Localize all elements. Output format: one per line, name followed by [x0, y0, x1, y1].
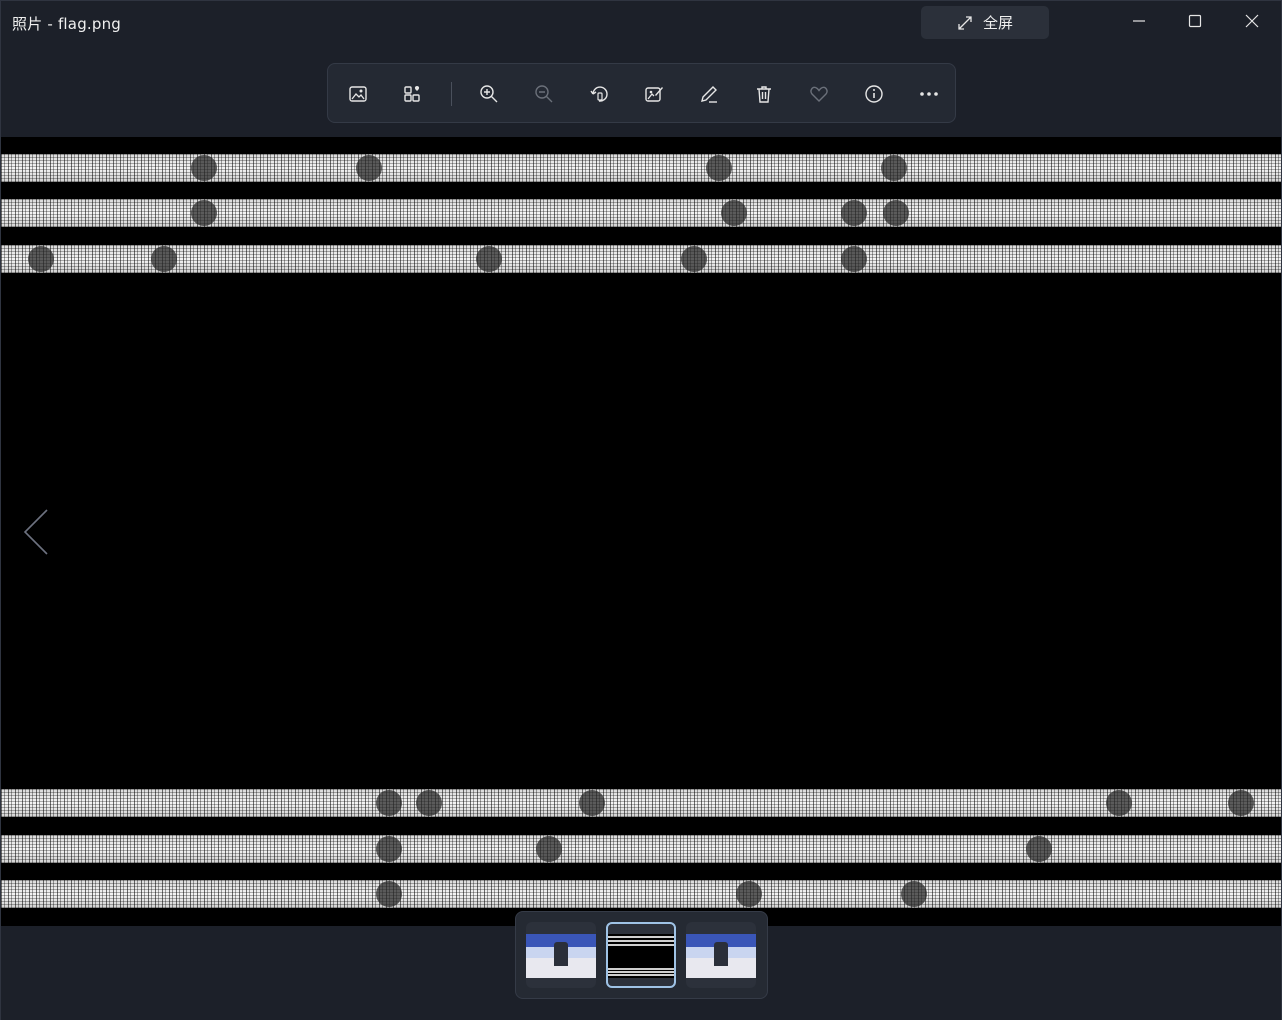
maximize-icon: [1188, 14, 1202, 28]
toolbar-separator: [451, 82, 452, 106]
thumbnail-image: [608, 934, 674, 978]
noise-stripe: [1, 154, 1281, 182]
fullscreen-label: 全屏: [982, 14, 1013, 32]
zoom-in-button[interactable]: [473, 78, 505, 110]
chevron-left-icon[interactable]: [21, 506, 51, 558]
delete-icon: [757, 86, 771, 103]
zoom-in-icon: [480, 85, 498, 103]
image-canvas[interactable]: [1, 137, 1281, 926]
thumbnail-image: [686, 934, 756, 978]
info-icon: [865, 85, 883, 103]
image-toolbar: [327, 63, 956, 123]
flag-thumbnail-graphic: [608, 936, 674, 976]
noise-stripe: [1, 835, 1281, 863]
zoom-out-icon: [535, 85, 553, 103]
rotate-icon: [590, 86, 608, 102]
add-to-album-button[interactable]: [397, 78, 429, 110]
noise-stripe: [1, 199, 1281, 227]
thumbnail[interactable]: [526, 922, 596, 988]
edit-image-icon: [645, 87, 663, 102]
view-image-icon: [349, 86, 367, 102]
minimize-button[interactable]: [1111, 1, 1167, 41]
favorite-button[interactable]: [803, 78, 835, 110]
noise-stripe: [1, 789, 1281, 817]
more-button[interactable]: [913, 78, 945, 110]
draw-button[interactable]: [693, 78, 725, 110]
add-to-album-icon: [404, 86, 420, 102]
title-bar: 照片 - flag.png 全屏: [1, 1, 1281, 43]
fullscreen-button[interactable]: 全屏: [921, 6, 1049, 39]
close-icon: [1245, 14, 1259, 28]
info-button[interactable]: [858, 78, 890, 110]
close-button[interactable]: [1224, 1, 1280, 41]
rotate-button[interactable]: [583, 78, 615, 110]
expand-icon: [958, 15, 972, 30]
thumbnail-selected[interactable]: [606, 922, 676, 988]
edit-image-button[interactable]: [638, 78, 670, 110]
zoom-out-button[interactable]: [528, 78, 560, 110]
minimize-icon: [1133, 20, 1145, 22]
maximize-button[interactable]: [1167, 1, 1223, 41]
view-image-button[interactable]: [342, 78, 374, 110]
more-icon: [920, 92, 938, 96]
noise-stripe: [1, 880, 1281, 908]
window-title: 照片 - flag.png: [12, 15, 122, 33]
noise-stripe: [1, 245, 1281, 273]
draw-icon: [701, 86, 717, 103]
thumbnail[interactable]: [686, 922, 756, 988]
thumbnail-image: [526, 934, 596, 978]
favorite-icon: [810, 86, 828, 102]
photos-window: 照片 - flag.png 全屏: [0, 0, 1282, 1020]
delete-button[interactable]: [748, 78, 780, 110]
filmstrip: [515, 911, 768, 999]
